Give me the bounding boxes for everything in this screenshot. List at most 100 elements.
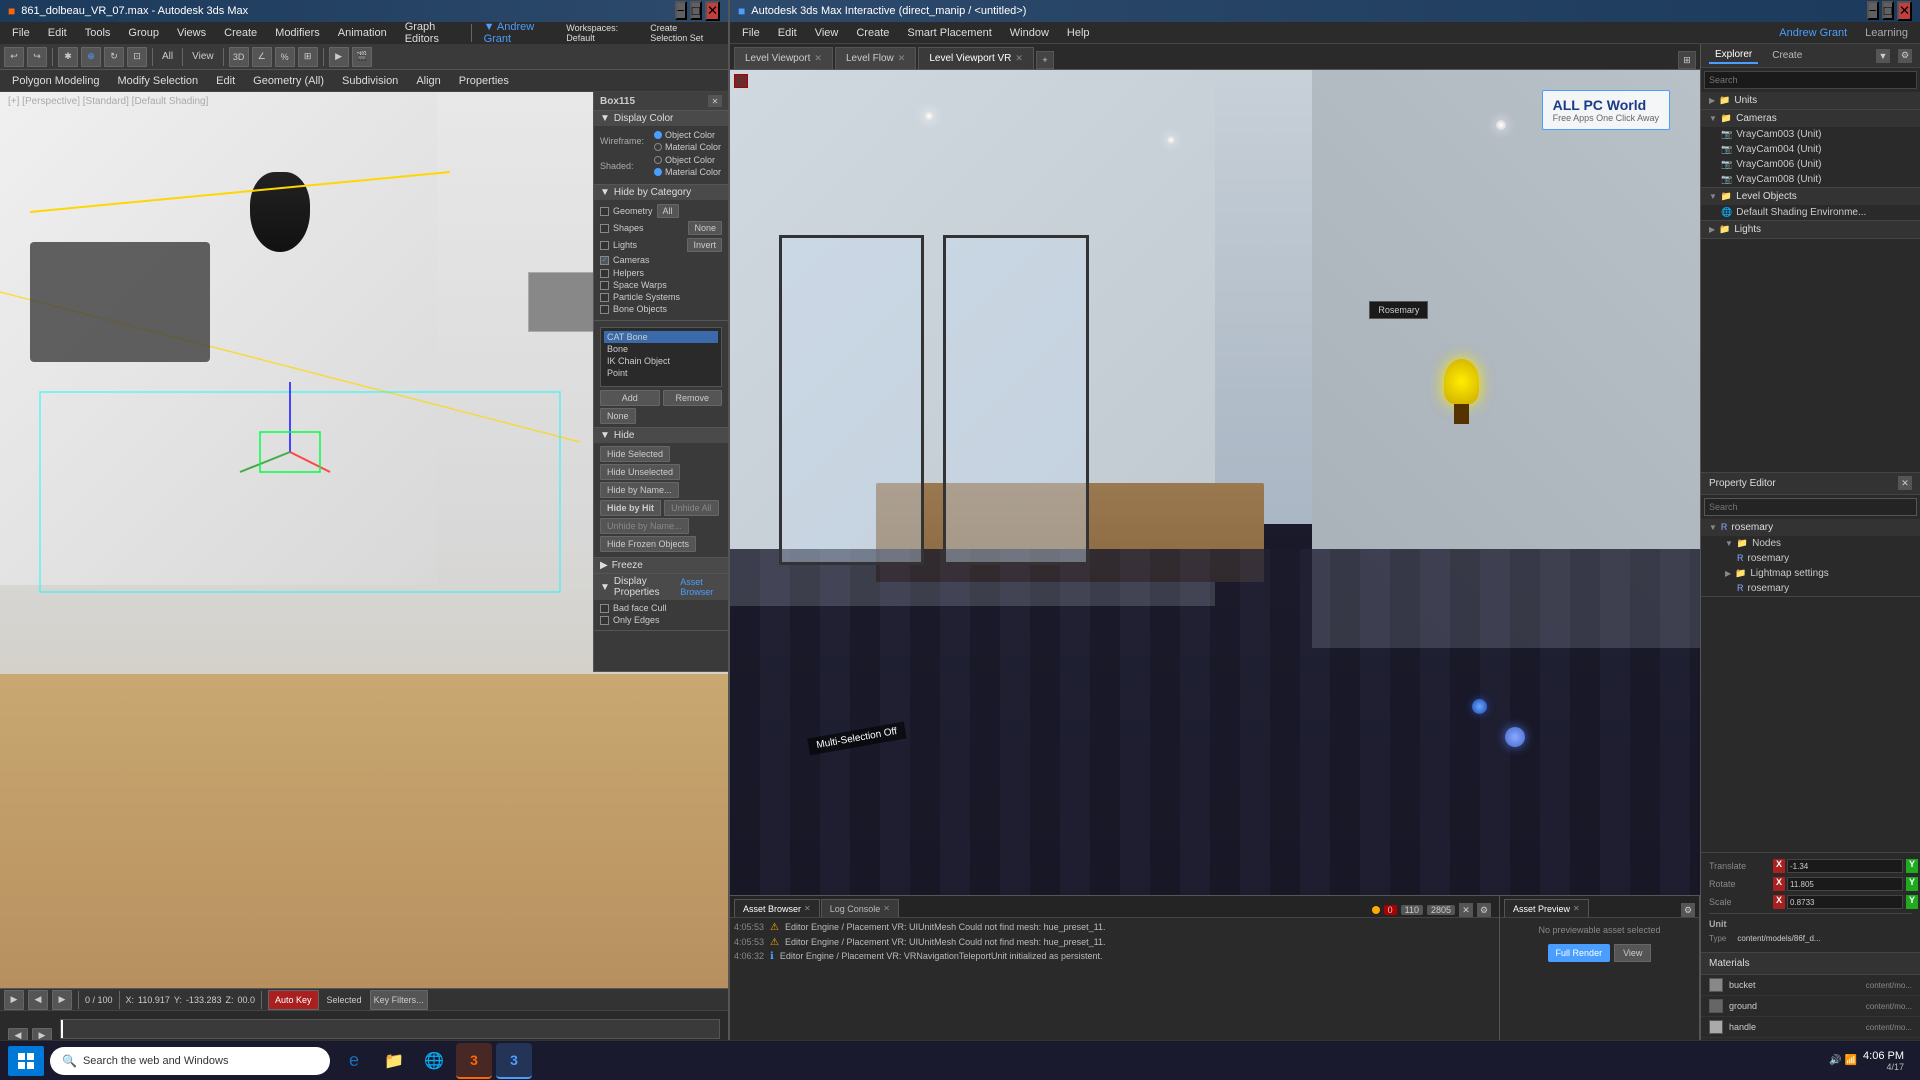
right-menu-learning[interactable]: Learning <box>1857 25 1916 41</box>
taskbar-chrome-btn[interactable]: 🌐 <box>416 1043 452 1079</box>
play-btn[interactable]: ▶ <box>4 990 24 1010</box>
unhide-all-btn[interactable]: Unhide All <box>664 500 719 516</box>
wireframe-object-radio[interactable] <box>654 131 662 139</box>
mat-ground[interactable]: ground content/mo... <box>1701 996 1920 1017</box>
log-settings-btn[interactable]: ⚙ <box>1477 903 1491 917</box>
sub-modify-selection[interactable]: Modify Selection <box>109 73 206 89</box>
right-menu-view[interactable]: View <box>807 25 847 41</box>
hide-by-name-btn[interactable]: Hide by Name... <box>600 482 679 498</box>
cameras-header[interactable]: ▼ 📁 Cameras <box>1701 110 1920 127</box>
sub-edit[interactable]: Edit <box>208 73 243 89</box>
hide-frozen-btn[interactable]: Hide Frozen Objects <box>600 536 696 552</box>
render-button[interactable]: 🎬 <box>352 47 372 67</box>
menu-views[interactable]: Views <box>169 25 214 41</box>
timeline-bar[interactable] <box>60 1019 720 1039</box>
cameras-checkbox[interactable] <box>600 256 609 265</box>
snap-button[interactable]: 3D <box>229 47 249 67</box>
explorer-filter-btn[interactable]: ▼ <box>1876 49 1890 63</box>
display-color-header[interactable]: ▼ Display Color <box>594 111 728 126</box>
log-console-tab-close[interactable]: ✕ <box>883 904 890 913</box>
remove-button[interactable]: Remove <box>663 390 723 406</box>
sub-geometry[interactable]: Geometry (All) <box>245 73 332 89</box>
unhide-by-name-btn[interactable]: Unhide by Name... <box>600 518 689 534</box>
right-menu-user[interactable]: Andrew Grant <box>1771 25 1855 41</box>
close-button[interactable]: ✕ <box>705 1 720 21</box>
camera-1[interactable]: 📷 VrayCam003 (Unit) <box>1701 127 1920 142</box>
rotate-x-input[interactable] <box>1787 877 1903 891</box>
shapes-checkbox[interactable] <box>600 224 609 233</box>
minimize-button[interactable]: − <box>675 1 687 20</box>
move-button[interactable]: ⊕ <box>81 47 101 67</box>
tab-level-viewport-vr-close[interactable]: ✕ <box>1015 53 1023 64</box>
camera-4[interactable]: 📷 VrayCam008 (Unit) <box>1701 172 1920 187</box>
angle-snap-button[interactable]: ∠ <box>252 47 272 67</box>
ik-chain-item[interactable]: IK Chain Object <box>604 355 718 367</box>
create-tab[interactable]: Create <box>1766 48 1808 63</box>
edges-only-checkbox[interactable] <box>600 616 609 625</box>
scale-button[interactable]: ⊡ <box>127 47 147 67</box>
lightmap-item[interactable]: ▶ 📁 Lightmap settings <box>1701 566 1920 581</box>
cat-bone-list[interactable]: CAT Bone Bone IK Chain Object Point <box>600 327 722 387</box>
right-menu-help[interactable]: Help <box>1059 25 1098 41</box>
add-tab-btn[interactable]: + <box>1036 51 1054 69</box>
prop-editor-close[interactable]: ✕ <box>1898 476 1912 490</box>
menu-create-selection[interactable]: Create Selection Set <box>642 21 724 45</box>
scale-x-input[interactable] <box>1787 895 1903 909</box>
point-item[interactable]: Point <box>604 367 718 379</box>
hide-unselected-btn[interactable]: Hide Unselected <box>600 464 680 480</box>
asset-browser-tab-close[interactable]: ✕ <box>804 904 811 913</box>
explorer-search-input[interactable] <box>1704 71 1917 89</box>
rosemary-node-item[interactable]: R rosemary <box>1701 551 1920 566</box>
shaded-material-radio[interactable] <box>654 168 662 176</box>
rotate-button[interactable]: ↻ <box>104 47 124 67</box>
taskbar-search[interactable]: 🔍 Search the web and Windows <box>50 1047 330 1075</box>
log-console-tab[interactable]: Log Console ✕ <box>821 899 899 917</box>
auto-key-btn[interactable]: Auto Key <box>268 990 319 1010</box>
default-shading-item[interactable]: 🌐 Default Shading Environme... <box>1701 205 1920 220</box>
menu-edit[interactable]: Edit <box>40 25 75 41</box>
menu-group[interactable]: Group <box>120 25 167 41</box>
explorer-tab[interactable]: Explorer <box>1709 47 1758 64</box>
record-btn[interactable] <box>734 74 748 88</box>
translate-x-input[interactable] <box>1787 859 1903 873</box>
backface-cull-checkbox[interactable] <box>600 604 609 613</box>
freeze-header[interactable]: ▶ Freeze <box>594 558 728 573</box>
start-button[interactable] <box>8 1046 44 1076</box>
units-header[interactable]: ▶ 📁 Units <box>1701 92 1920 109</box>
mat-handle[interactable]: handle content/mo... <box>1701 1017 1920 1038</box>
lights-invert-btn[interactable]: Invert <box>687 238 722 252</box>
layout-btn[interactable]: ⊞ <box>1678 51 1696 69</box>
popup-close[interactable]: ✕ <box>708 95 722 107</box>
camera-2[interactable]: 📷 VrayCam004 (Unit) <box>1701 142 1920 157</box>
sub-align[interactable]: Align <box>408 73 448 89</box>
none-button[interactable]: None <box>600 408 636 424</box>
hide-selected-btn[interactable]: Hide Selected <box>600 446 670 462</box>
right-minimize-button[interactable]: − <box>1867 1 1879 20</box>
bone-item[interactable]: Bone <box>604 343 718 355</box>
log-clear-btn[interactable]: ✕ <box>1459 903 1473 917</box>
geometry-checkbox[interactable] <box>600 207 609 216</box>
sub-subdivision[interactable]: Subdivision <box>334 73 406 89</box>
tab-level-viewport-vr[interactable]: Level Viewport VR ✕ <box>918 47 1034 69</box>
lights-header[interactable]: ▶ 📁 Lights <box>1701 221 1920 238</box>
lightmap-rosemary-item[interactable]: R rosemary <box>1701 581 1920 596</box>
helpers-checkbox[interactable] <box>600 269 609 278</box>
right-menu-window[interactable]: Window <box>1002 25 1057 41</box>
hide-by-hit-btn[interactable]: Hide by Hit <box>600 500 661 516</box>
right-menu-smart-placement[interactable]: Smart Placement <box>899 25 999 41</box>
camera-3[interactable]: 📷 VrayCam006 (Unit) <box>1701 157 1920 172</box>
cat-bone-item[interactable]: CAT Bone <box>604 331 718 343</box>
menu-animation[interactable]: Animation <box>330 25 395 41</box>
menu-create[interactable]: Create <box>216 25 265 41</box>
asset-browser-tab[interactable]: Asset Browser ✕ <box>734 899 820 917</box>
asset-preview-settings[interactable]: ⚙ <box>1681 903 1695 917</box>
rosemary-header[interactable]: ▼ R rosemary <box>1701 519 1920 536</box>
mat-bucket[interactable]: bucket content/mo... <box>1701 975 1920 996</box>
sub-properties[interactable]: Properties <box>451 73 517 89</box>
prev-frame-btn[interactable]: ◀ <box>28 990 48 1010</box>
nodes-item[interactable]: ▼ 📁 Nodes <box>1701 536 1920 551</box>
menu-graph-editors[interactable]: Graph Editors <box>397 19 467 47</box>
tab-level-flow-close[interactable]: ✕ <box>898 53 906 64</box>
menu-file[interactable]: File <box>4 25 38 41</box>
key-filters-btn[interactable]: Key Filters... <box>370 990 428 1010</box>
